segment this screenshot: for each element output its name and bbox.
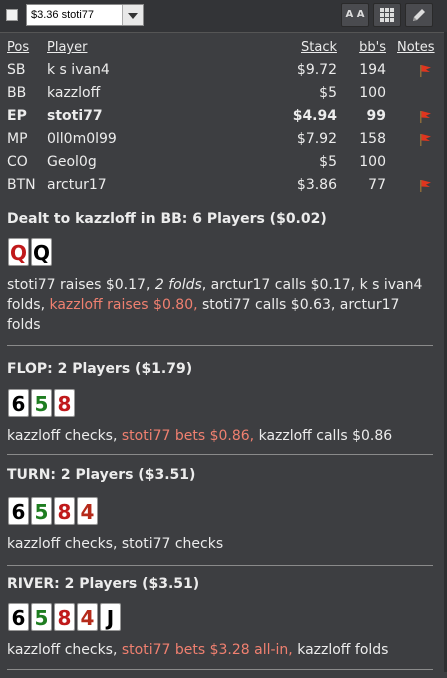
note-flag-icon[interactable] [418, 64, 432, 78]
player-name[interactable]: Geol0g [47, 151, 97, 174]
stack-cell: $7.92 [296, 131, 337, 147]
pos-cell: MP [7, 131, 28, 147]
turn-cards: 6584 [8, 497, 100, 527]
player-name[interactable]: 0ll0m0l99 [47, 128, 117, 151]
pos-cell: CO [7, 154, 28, 170]
preflop-title: Dealt to kazzloff in BB: 6 Players ($0.0… [7, 211, 327, 227]
flop-title: FLOP: 2 Players ($1.79) [7, 361, 193, 377]
bbs-cell: 158 [359, 131, 386, 147]
edit-button[interactable] [405, 3, 433, 27]
stack-cell: $5 [319, 154, 337, 170]
divider [7, 454, 433, 455]
bbs-cell: 99 [366, 108, 386, 124]
playing-card: 6 [8, 389, 29, 417]
player-row[interactable]: BTN arctur17 $3.86 77 [0, 174, 447, 197]
grid-icon [380, 8, 394, 22]
player-name[interactable]: kazzloff [47, 82, 100, 105]
players-header-row: Pos Player Stack bb's Notes [0, 36, 447, 59]
preflop-cards: QQ [8, 238, 54, 268]
playing-card: 8 [54, 603, 75, 631]
river-cards: 6584J [8, 603, 123, 633]
action-text: kazzloff folds [292, 642, 389, 658]
note-flag-icon[interactable] [418, 133, 432, 147]
player-row[interactable]: BB kazzloff $5 100 [0, 82, 447, 105]
playing-card: Q [31, 238, 52, 266]
turn-title: TURN: 2 Players ($3.51) [7, 467, 196, 483]
playing-card: 8 [54, 497, 75, 525]
pencil-icon [413, 9, 425, 21]
playing-card: Q [8, 238, 29, 266]
player-name[interactable]: k s ivan4 [47, 59, 110, 82]
action-text: kazzloff checks, stoti77 checks [7, 536, 224, 552]
playing-card: 5 [31, 497, 52, 525]
toolbar: $3.36 stoti77 A A [0, 0, 447, 33]
river-action: kazzloff checks, stoti77 bets $3.28 all-… [7, 640, 427, 660]
playing-card: 6 [8, 497, 29, 525]
playing-card: J [100, 603, 121, 631]
pos-cell: BB [7, 85, 27, 101]
header-bbs[interactable]: bb's [359, 36, 386, 59]
divider [7, 565, 433, 566]
players-table: Pos Player Stack bb's Notes SB k s ivan4 $… [0, 36, 447, 197]
bbs-cell: 100 [359, 154, 386, 170]
playing-card: 5 [31, 603, 52, 631]
river-title: RIVER: 2 Players ($3.51) [7, 576, 200, 592]
stack-cell: $9.72 [296, 62, 337, 78]
playing-card: 4 [77, 603, 98, 631]
header-notes[interactable]: Notes [397, 36, 435, 59]
header-stack[interactable]: Stack [301, 36, 337, 59]
divider [7, 345, 433, 346]
divider [7, 669, 433, 670]
hand-select[interactable]: $3.36 stoti77 [26, 4, 144, 26]
action-text: kazzloff checks, [7, 642, 122, 658]
preflop-action: stoti77 raises $0.17, 2 folds, arctur17 … [7, 275, 427, 335]
player-row[interactable]: CO Geol0g $5 100 [0, 151, 447, 174]
action-text: kazzloff checks, [7, 428, 122, 444]
pos-cell: BTN [7, 177, 36, 193]
note-flag-icon[interactable] [418, 110, 432, 124]
note-flag-icon[interactable] [418, 179, 432, 193]
hand-checkbox[interactable] [6, 9, 18, 21]
highlighted-action: stoti77 bets $0.86, [121, 428, 255, 444]
stack-cell: $4.94 [292, 108, 337, 124]
font-size-icon: A A [345, 9, 365, 20]
chevron-down-icon[interactable] [122, 5, 143, 25]
playing-card: 5 [31, 389, 52, 417]
header-pos[interactable]: Pos [7, 36, 29, 59]
font-size-button[interactable]: A A [341, 3, 369, 27]
playing-card: 6 [8, 603, 29, 631]
playing-card: 4 [77, 497, 98, 525]
header-player[interactable]: Player [47, 36, 87, 59]
flop-cards: 658 [8, 389, 77, 419]
hand-select-value: $3.36 stoti77 [31, 9, 94, 21]
player-name[interactable]: arctur17 [47, 174, 107, 197]
turn-action: kazzloff checks, stoti77 checks [7, 534, 427, 554]
playing-card: 8 [54, 389, 75, 417]
player-name[interactable]: stoti77 [47, 105, 103, 128]
highlighted-action: stoti77 bets $3.28 all-in, [121, 642, 293, 658]
player-row[interactable]: MP 0ll0m0l99 $7.92 158 [0, 128, 447, 151]
highlighted-action: kazzloff raises $0.80, [49, 297, 198, 313]
pos-cell: EP [7, 108, 27, 124]
player-row[interactable]: EP stoti77 $4.94 99 [0, 105, 447, 128]
player-row[interactable]: SB k s ivan4 $9.72 194 [0, 59, 447, 82]
bbs-cell: 194 [359, 62, 386, 78]
action-text: kazzloff calls $0.86 [254, 428, 393, 444]
flop-action: kazzloff checks, stoti77 bets $0.86, kaz… [7, 426, 427, 446]
action-text: stoti77 raises $0.17, [7, 277, 155, 293]
action-text: 2 folds [154, 277, 202, 293]
grid-button[interactable] [373, 3, 401, 27]
pos-cell: SB [7, 62, 26, 78]
bbs-cell: 77 [368, 177, 386, 193]
stack-cell: $5 [319, 85, 337, 101]
bbs-cell: 100 [359, 85, 386, 101]
stack-cell: $3.86 [296, 177, 337, 193]
